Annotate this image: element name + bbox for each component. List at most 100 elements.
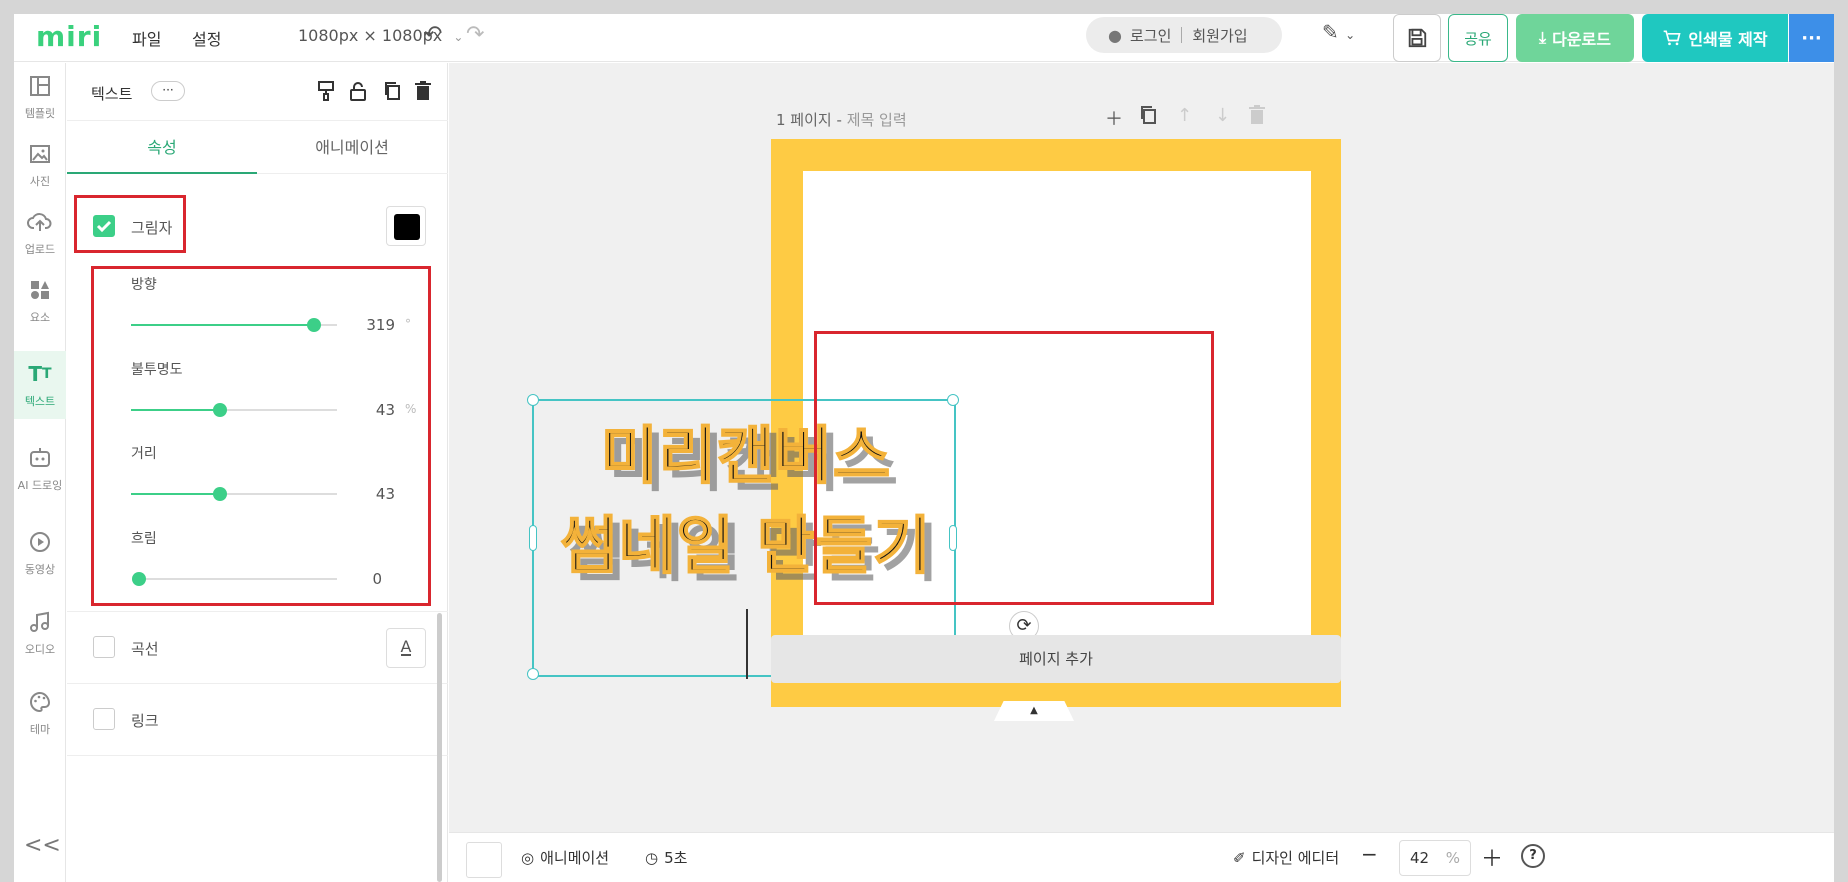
signup-link[interactable]: 회원가입 <box>1192 25 1247 46</box>
download-button[interactable]: ⤓ 다운로드 <box>1516 14 1634 62</box>
divider <box>67 611 448 612</box>
zoom-in-button[interactable]: ＋ <box>1481 841 1503 873</box>
zoom-unit: % <box>1445 849 1460 867</box>
template-icon <box>27 73 53 99</box>
tab-animation[interactable]: 애니메이션 <box>257 122 447 174</box>
share-button[interactable]: 공유 <box>1448 14 1508 62</box>
zoom-input[interactable]: 42 % <box>1399 840 1471 876</box>
nav-label: 동영상 <box>24 563 56 576</box>
link-checkbox[interactable] <box>93 708 115 730</box>
nav-label: AI 드로잉 <box>17 479 63 492</box>
menu-file[interactable]: 파일 <box>132 26 161 50</box>
elements-icon <box>27 277 53 303</box>
page-title[interactable]: 1 페이지 - 제목 입력 <box>776 109 907 130</box>
highlight-box <box>814 331 1214 605</box>
zoom-value: 42 <box>1410 849 1430 867</box>
curve-text-icon: A <box>400 637 412 656</box>
nav-label: 텍스트 <box>24 395 56 408</box>
login-pill: ● 로그인 회원가입 <box>1086 17 1282 53</box>
page-number-label: 1 페이지 - <box>776 111 842 129</box>
palette-icon <box>27 689 53 715</box>
photo-icon <box>27 141 53 167</box>
print-button[interactable]: 인쇄물 제작 <box>1642 14 1788 62</box>
animation-icon: ◎ <box>521 848 535 867</box>
panel-title: 텍스트 <box>91 85 133 103</box>
add-page-button[interactable]: 페이지 추가 <box>771 635 1341 683</box>
design-editor-label: 디자인 에디터 <box>1251 849 1340 867</box>
text-caret <box>746 609 748 679</box>
design-editor-button[interactable]: ✐ 디자인 에디터 <box>1233 847 1339 868</box>
logo[interactable]: miri <box>36 20 102 53</box>
collapse-sidebar-button[interactable]: << <box>24 833 61 858</box>
curve-checkbox[interactable] <box>93 636 115 658</box>
resize-handle-top-left[interactable] <box>527 394 539 406</box>
nav-item-theme[interactable]: 테마 <box>14 679 66 747</box>
chevron-down-icon: ⌄ <box>453 30 464 44</box>
tab-properties[interactable]: 속성 <box>67 122 257 174</box>
paint-format-icon[interactable] <box>317 81 335 105</box>
undo-icon[interactable]: ↶ <box>424 22 442 47</box>
canvas-size-label: 1080px × 1080px <box>298 26 443 45</box>
curve-settings-button[interactable]: A <box>386 628 426 668</box>
download-icon: ⤓ <box>1539 28 1547 47</box>
element-options-button[interactable]: ··· <box>151 81 185 101</box>
divider <box>1181 27 1183 43</box>
background-color-swatch[interactable] <box>466 842 502 878</box>
unlock-icon[interactable] <box>349 81 367 105</box>
resize-handle-bottom-left[interactable] <box>527 668 539 680</box>
redo-icon[interactable]: ↷ <box>466 22 484 47</box>
video-icon <box>27 529 53 555</box>
panel-scrollbar[interactable] <box>437 613 442 882</box>
shadow-color-picker[interactable] <box>386 206 426 246</box>
top-bar: miri 파일 설정 1080px × 1080px ⌄ ↶ ↷ ● 로그인 회… <box>14 14 1834 62</box>
text-icon: TT <box>28 362 52 386</box>
clock-icon: ◷ <box>645 848 659 867</box>
highlight-box <box>91 266 431 606</box>
add-page-icon[interactable]: ＋ <box>1105 105 1123 131</box>
resize-handle-left[interactable] <box>529 525 537 551</box>
nav-item-template[interactable]: 템플릿 <box>14 63 66 131</box>
ai-drawing-icon <box>27 445 53 471</box>
nav-item-audio[interactable]: 오디오 <box>14 599 66 667</box>
move-down-icon[interactable]: ↓ <box>1215 105 1230 126</box>
expand-pages-button[interactable]: ▲ <box>994 701 1074 721</box>
nav-label: 요소 <box>29 311 51 324</box>
pen-icon[interactable]: ✎ ⌄ <box>1322 20 1355 44</box>
delete-page-icon[interactable] <box>1249 105 1265 130</box>
nav-label: 오디오 <box>24 643 56 656</box>
brush-icon: ✐ <box>1233 848 1246 867</box>
duplicate-icon[interactable] <box>383 81 401 105</box>
help-button[interactable]: ? <box>1521 844 1545 868</box>
animation-button[interactable]: ◎ 애니메이션 <box>521 847 609 868</box>
nav-item-ai-drawing[interactable]: AI 드로잉 <box>14 435 66 503</box>
nav-item-elements[interactable]: 요소 <box>14 267 66 335</box>
move-up-icon[interactable]: ↑ <box>1177 105 1192 126</box>
nav-label: 사진 <box>29 175 51 188</box>
menu-settings[interactable]: 설정 <box>192 26 221 50</box>
page-title-input[interactable]: 제목 입력 <box>847 111 907 129</box>
panel-header: 텍스트 ··· <box>67 63 448 121</box>
more-button[interactable]: ··· <box>1789 14 1834 62</box>
nav-item-upload[interactable]: 업로드 <box>14 199 66 267</box>
nav-item-text[interactable]: TT 텍스트 <box>14 351 66 419</box>
duration-label: 5초 <box>664 849 688 867</box>
properties-panel: 텍스트 ··· 속성 애니메이션 그림자 방향 319 ° 불투명도 43 % … <box>67 63 448 882</box>
highlight-box <box>74 195 186 253</box>
duplicate-page-icon[interactable] <box>1139 105 1157 130</box>
duration-button[interactable]: ◷ 5초 <box>645 847 687 868</box>
user-icon: ● <box>1108 25 1122 45</box>
nav-item-photo[interactable]: 사진 <box>14 131 66 199</box>
canvas-workspace: 1 페이지 - 제목 입력 ＋ ↑ ↓ 미리캔버스 썸네일 만들기 ⟳ 페이지 … <box>449 63 1834 833</box>
trash-icon[interactable] <box>415 81 431 105</box>
zoom-out-button[interactable]: − <box>1361 842 1378 866</box>
shadow-color-swatch <box>394 214 420 240</box>
divider <box>67 755 448 756</box>
app-frame: miri 파일 설정 1080px × 1080px ⌄ ↶ ↷ ● 로그인 회… <box>14 14 1834 882</box>
upload-icon <box>27 209 53 235</box>
cart-icon <box>1664 30 1681 46</box>
login-link[interactable]: 로그인 <box>1130 25 1171 46</box>
save-button[interactable] <box>1393 14 1441 62</box>
panel-tabs: 속성 애니메이션 <box>67 122 448 174</box>
nav-item-video[interactable]: 동영상 <box>14 519 66 587</box>
nav-label: 템플릿 <box>24 107 56 120</box>
